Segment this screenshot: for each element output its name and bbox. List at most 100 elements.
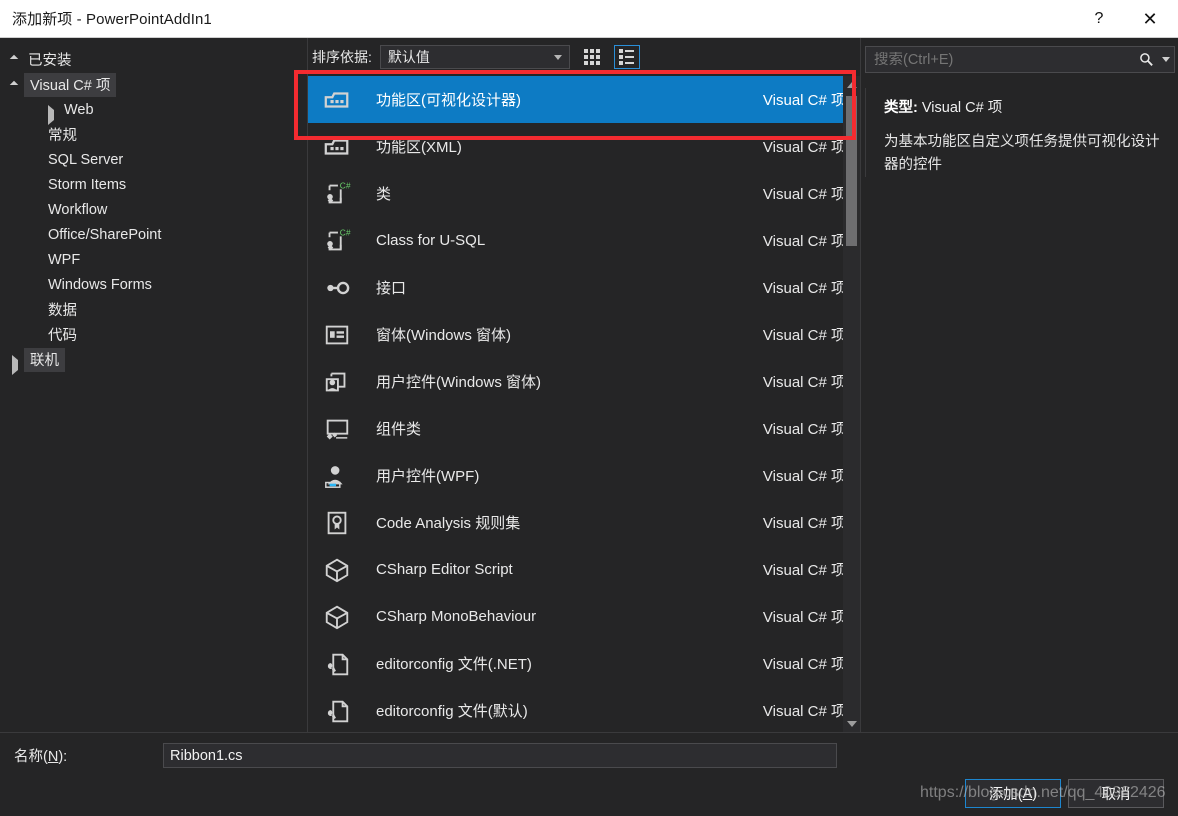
tree-node-6[interactable]: Office/SharePoint [0,222,307,247]
list-toolbar: 排序依据: 默认值 [308,42,860,72]
template-details: 类型: Visual C# 项 为基本功能区自定义项任务提供可视化设计器的控件 [865,88,1175,177]
add-button-accesskey: A [1022,785,1033,802]
svg-text:C#: C# [340,180,351,190]
form-icon [320,320,354,350]
component-class-icon [320,414,354,444]
tree-node-9[interactable]: 数据 [0,297,307,322]
name-label-accesskey: N [47,749,59,765]
template-item-title: Code Analysis 规则集 [376,515,521,532]
templates-list[interactable]: 功能区(可视化设计器) Visual C# 项功能区(XML) Visual C# … [308,76,860,732]
tree-node-label: WPF [48,251,81,268]
interface-icon [320,273,354,303]
template-item-row[interactable]: Code Analysis 规则集 Visual C# 项 [308,499,860,546]
sort-by-select[interactable]: 默认值 [379,45,570,69]
chevron-right-icon[interactable] [8,352,24,375]
template-item-kind: Visual C# 项 [762,186,846,203]
template-item-kind: Visual C# 项 [762,468,846,485]
template-item-row[interactable]: editorconfig 文件(默认) Visual C# 项 [308,687,860,732]
config-file-icon [320,696,354,726]
template-item-kind: Visual C# 项 [762,562,846,579]
class-csharp-icon: C# [320,226,354,256]
details-panel: 类型: Visual C# 项 为基本功能区自定义项任务提供可视化设计器的控件 [860,38,1178,732]
template-item-row[interactable]: C# Class for U-SQL Visual C# 项 [308,217,860,264]
scrollbar-thumb[interactable] [846,96,857,246]
tree-node-7[interactable]: WPF [0,247,307,272]
template-item-row[interactable]: 用户控件(Windows 窗体) Visual C# 项 [308,358,860,405]
tree-node-8[interactable]: Windows Forms [0,272,307,297]
grid-icon [583,49,600,65]
window-title: 添加新项 - PowerPointAddIn1 [12,11,212,28]
tree-node-11[interactable]: 联机 [0,347,307,375]
installed-templates-sidebar: 已安装 Visual C# 项 Web 常规 SQL Server Storm Item… [0,38,308,732]
detail-type-row: 类型: Visual C# 项 [884,96,1165,117]
template-item-row[interactable]: CSharp Editor Script Visual C# 项 [308,546,860,593]
tree-node-label: 数据 [48,303,77,319]
user-control-icon [320,367,354,397]
template-item-row[interactable]: 用户控件(WPF) Visual C# 项 [308,452,860,499]
tree-node-label: Workflow [48,201,108,218]
template-item-kind: Visual C# 项 [762,421,846,438]
templates-list-scrollbar[interactable] [843,76,860,732]
svg-text:C#: C# [340,227,351,237]
template-item-title: 用户控件(WPF) [376,468,480,485]
user-control-wpf-icon [320,461,354,491]
template-item-row[interactable]: editorconfig 文件(.NET) Visual C# 项 [308,640,860,687]
template-item-title: 用户控件(Windows 窗体) [376,374,542,391]
search-input[interactable] [866,51,1134,68]
template-item-title: 窗体(Windows 窗体) [376,327,512,344]
chevron-down-icon [553,55,562,60]
scroll-down-button[interactable] [843,715,860,732]
template-item-row[interactable]: 功能区(可视化设计器) Visual C# 项 [308,76,860,123]
ruleset-icon [320,508,354,538]
close-button[interactable]: ✕ [1122,0,1178,38]
template-item-kind: Visual C# 项 [762,703,846,720]
template-item-row[interactable]: 接口 Visual C# 项 [308,264,860,311]
scroll-up-button[interactable] [843,76,860,93]
template-item-title: CSharp MonoBehaviour [376,608,537,625]
search-box[interactable] [865,46,1175,73]
sort-by-value: 默认值 [387,49,430,65]
template-item-kind: Visual C# 项 [762,233,846,250]
name-input[interactable] [163,743,837,768]
tree-node-0[interactable]: Visual C# 项 [0,72,307,97]
template-item-title: 组件类 [376,421,422,438]
title-bar: 添加新项 - PowerPointAddIn1 ? ✕ [0,0,1178,38]
config-file-icon [320,649,354,679]
add-new-item-dialog: 添加新项 - PowerPointAddIn1 ? ✕ 已安装 Visual C… [0,0,1178,816]
list-icon [619,49,635,65]
cube-icon [320,602,354,632]
tree-node-2[interactable]: 常规 [0,122,307,147]
ribbon-icon [320,85,354,115]
tree-node-4[interactable]: Storm Items [0,172,307,197]
tree-node-label: Office/SharePoint [48,226,162,243]
tree-node-3[interactable]: SQL Server [0,147,307,172]
template-item-row[interactable]: C# 类 Visual C# 项 [308,170,860,217]
tree-node-label: Web [64,101,94,118]
search-dropdown-button[interactable] [1158,57,1174,62]
tree-node-1[interactable]: Web [0,97,307,125]
sort-by-label: 排序依据: [312,49,372,65]
cancel-button[interactable]: 取消 [1068,779,1164,808]
chevron-right-icon[interactable] [44,102,60,125]
template-item-row[interactable]: 功能区(XML) Visual C# 项 [308,123,860,170]
template-item-kind: Visual C# 项 [762,609,846,626]
add-button[interactable]: 添加(A) [965,779,1061,808]
add-button-suffix: ) [1032,785,1038,802]
installed-header[interactable]: 已安装 [0,46,307,72]
template-item-row[interactable]: 窗体(Windows 窗体) Visual C# 项 [308,311,860,358]
template-item-row[interactable]: 组件类 Visual C# 项 [308,405,860,452]
tree-node-5[interactable]: Workflow [0,197,307,222]
name-label-prefix: 名称( [14,749,48,765]
template-item-row[interactable]: CSharp MonoBehaviour Visual C# 项 [308,593,860,640]
chevron-down-icon[interactable] [8,77,24,93]
help-button[interactable]: ? [1076,0,1122,38]
template-item-title: 功能区(XML) [376,139,462,156]
template-item-kind: Visual C# 项 [762,374,846,391]
list-view-button[interactable] [613,45,640,69]
grid-view-button[interactable] [579,45,605,69]
tree-node-10[interactable]: 代码 [0,322,307,347]
tree-node-label: Storm Items [48,176,127,193]
template-item-kind: Visual C# 项 [762,139,846,156]
tree-node-label: 常规 [48,128,77,144]
search-icon[interactable] [1134,52,1158,67]
